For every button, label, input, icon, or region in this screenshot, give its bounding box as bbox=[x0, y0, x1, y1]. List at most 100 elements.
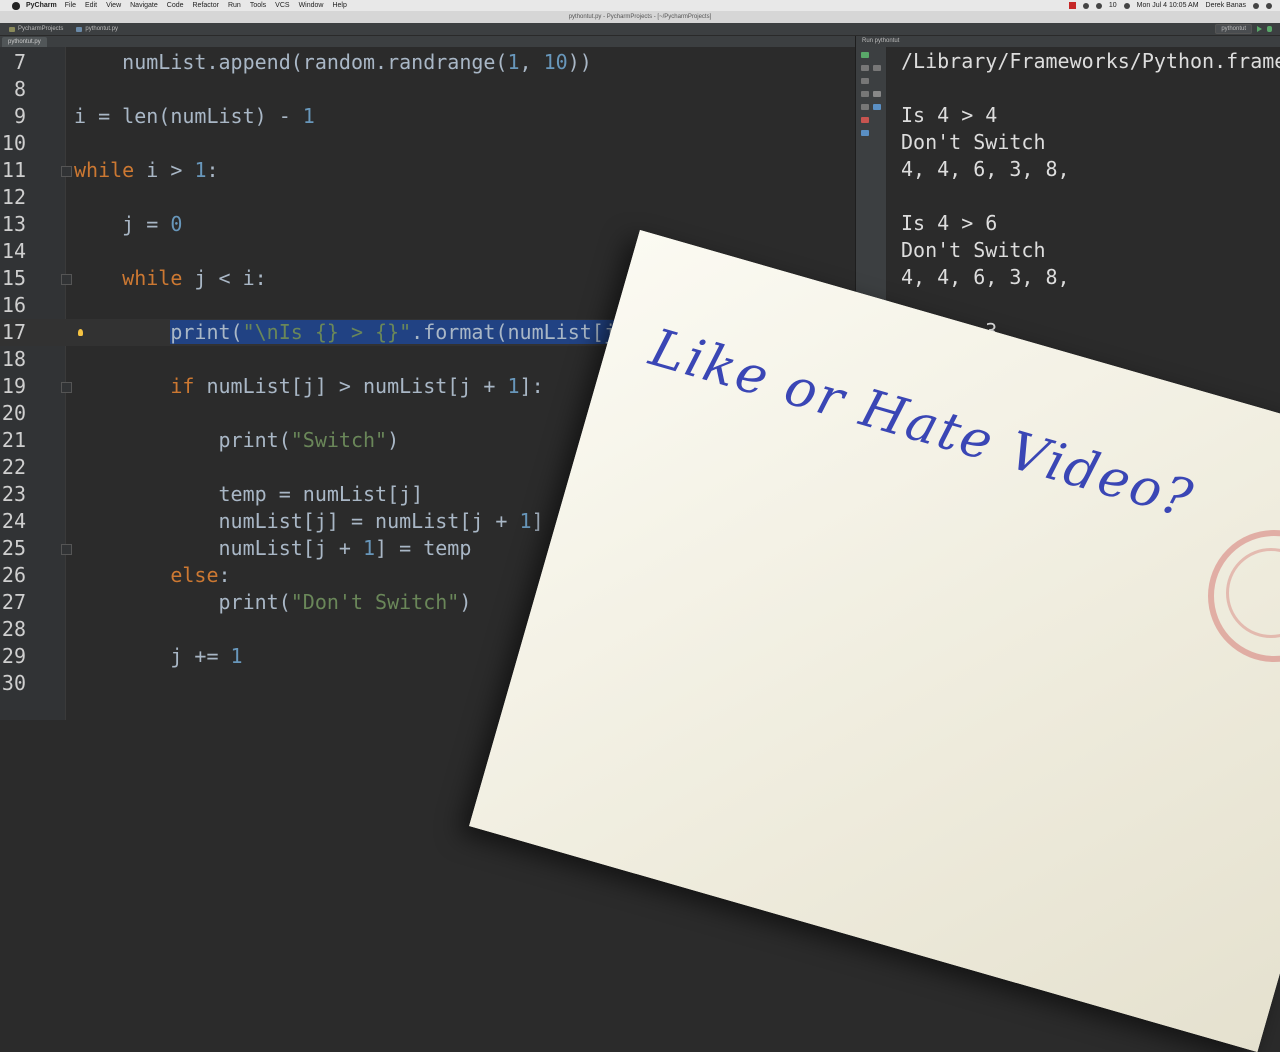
code-text[interactable]: j = 0 bbox=[74, 211, 182, 238]
rerun-icon[interactable] bbox=[861, 52, 869, 58]
code-text[interactable]: while i > 1: bbox=[74, 157, 219, 184]
menu-file[interactable]: File bbox=[65, 2, 76, 9]
code-text[interactable]: numList[j] = numList[j + 1] bbox=[74, 508, 543, 535]
code-text[interactable]: j += 1 bbox=[74, 643, 243, 670]
line-number: 7 bbox=[13, 50, 26, 74]
line-number: 19 bbox=[1, 374, 26, 398]
line-number: 20 bbox=[1, 401, 26, 425]
menu-help[interactable]: Help bbox=[332, 2, 346, 9]
code-token: : bbox=[218, 563, 231, 587]
fold-icon[interactable] bbox=[61, 544, 72, 555]
code-line: 12 bbox=[0, 184, 855, 211]
line-number: 28 bbox=[1, 617, 26, 641]
code-number: 10 bbox=[543, 50, 568, 74]
debug-icon[interactable] bbox=[1267, 26, 1272, 32]
run-config-select[interactable]: pythontut bbox=[1215, 24, 1252, 34]
folder-icon bbox=[9, 26, 15, 32]
editor-tabs: pythontut.py bbox=[0, 36, 855, 47]
menu-window[interactable]: Window bbox=[299, 2, 324, 9]
soft-wrap-icon[interactable] bbox=[873, 65, 881, 71]
code-token: numList.append(random.randrange( bbox=[74, 50, 508, 74]
code-text[interactable]: print("Switch") bbox=[74, 427, 399, 454]
code-number: 1 bbox=[519, 509, 532, 533]
line-number: 25 bbox=[1, 536, 26, 560]
apple-icon[interactable] bbox=[12, 1, 20, 10]
fold-icon[interactable] bbox=[61, 166, 72, 177]
line-number: 18 bbox=[1, 347, 26, 371]
code-line: 9 i = len(numList) - 1 bbox=[0, 103, 855, 130]
code-text[interactable]: else: bbox=[74, 562, 231, 589]
scroll-to-end-icon[interactable] bbox=[861, 91, 869, 97]
code-token: ) bbox=[387, 428, 400, 452]
run-icon[interactable] bbox=[1257, 26, 1262, 32]
fold-icon[interactable] bbox=[61, 382, 72, 393]
console-line: 4, 4, 6, 3, 8, bbox=[901, 157, 1070, 181]
clock[interactable]: Mon Jul 4 10:05 AM bbox=[1137, 2, 1199, 9]
code-number: 1 bbox=[507, 50, 520, 74]
help-icon[interactable] bbox=[861, 130, 869, 136]
code-text[interactable]: i = len(numList) - 1 bbox=[74, 103, 315, 130]
code-string: "Switch" bbox=[290, 428, 388, 452]
status-icon[interactable] bbox=[1082, 2, 1089, 9]
menubar-status-area: 10 Mon Jul 4 10:05 AM Derek Banas bbox=[1068, 0, 1272, 11]
battery-level[interactable]: 10 bbox=[1109, 2, 1117, 9]
menu-edit[interactable]: Edit bbox=[85, 2, 97, 9]
menu-run[interactable]: Run bbox=[228, 2, 241, 9]
fold-icon[interactable] bbox=[61, 274, 72, 285]
notification-center-icon[interactable] bbox=[1266, 2, 1272, 9]
menu-tools[interactable]: Tools bbox=[250, 2, 266, 9]
user-name[interactable]: Derek Banas bbox=[1206, 2, 1246, 9]
stop-icon[interactable] bbox=[861, 65, 869, 71]
menu-app-name[interactable]: PyCharm bbox=[26, 2, 57, 9]
line-number: 14 bbox=[1, 239, 26, 263]
code-token: numList[j + bbox=[74, 536, 363, 560]
wifi-icon[interactable] bbox=[1095, 2, 1102, 9]
code-text[interactable]: print("Don't Switch") bbox=[74, 589, 471, 616]
macos-menu-bar: PyCharm File Edit View Navigate Code Ref… bbox=[0, 0, 1280, 11]
code-number: 1 bbox=[230, 644, 243, 668]
pause-icon[interactable] bbox=[861, 78, 869, 84]
code-text[interactable]: print("\nIs {} > {}".format(numList[j] bbox=[74, 319, 628, 346]
code-line: 10 bbox=[0, 130, 855, 157]
code-string: "Don't Switch" bbox=[290, 590, 460, 614]
console-line: /Library/Frameworks/Python.frame bbox=[901, 49, 1280, 73]
code-token: , bbox=[519, 50, 544, 74]
pin-icon[interactable] bbox=[873, 104, 881, 110]
python-file-icon bbox=[76, 26, 83, 32]
spotlight-icon[interactable] bbox=[1253, 2, 1259, 9]
run-toolbar: pythontut bbox=[1215, 24, 1272, 34]
code-text[interactable]: numList[j + 1] = temp bbox=[74, 535, 471, 562]
line-number: 22 bbox=[1, 455, 26, 479]
line-number: 24 bbox=[1, 509, 26, 533]
menu-vcs[interactable]: VCS bbox=[275, 2, 289, 9]
code-token: i > bbox=[134, 158, 195, 182]
breadcrumb-project[interactable]: PycharmProjects bbox=[5, 26, 67, 32]
breadcrumb-project-label: PycharmProjects bbox=[18, 26, 64, 32]
breadcrumb-file[interactable]: pythontut.py bbox=[72, 26, 122, 32]
navigation-bar: PycharmProjects pythontut.py pythontut bbox=[0, 23, 1280, 36]
code-text[interactable]: if numList[j] > numList[j + 1]: bbox=[74, 373, 543, 400]
code-token: print( bbox=[74, 428, 291, 452]
settings-icon[interactable] bbox=[873, 91, 881, 97]
line-number: 30 bbox=[1, 671, 26, 695]
menu-navigate[interactable]: Navigate bbox=[130, 2, 158, 9]
tab-pythontut[interactable]: pythontut.py bbox=[2, 37, 47, 47]
console-line: Is 4 > 4 bbox=[901, 103, 998, 127]
code-text[interactable]: temp = numList[j] bbox=[74, 481, 423, 508]
code-token: numList[j] > numList[j + bbox=[194, 374, 508, 398]
code-text[interactable]: numList.append(random.randrange(1, 10)) bbox=[74, 49, 592, 76]
breadcrumb-file-label: pythontut.py bbox=[85, 26, 119, 32]
window-title: pythontut.py - PycharmProjects - [~/Pych… bbox=[568, 14, 712, 20]
print-icon[interactable] bbox=[861, 104, 869, 110]
code-text[interactable]: while j < i: bbox=[74, 265, 267, 292]
code-token: ] = temp bbox=[375, 536, 472, 560]
line-number: 15 bbox=[1, 266, 26, 290]
code-string: "\nIs {} > {}" bbox=[242, 320, 412, 344]
volume-icon[interactable] bbox=[1123, 2, 1130, 9]
menu-view[interactable]: View bbox=[106, 2, 121, 9]
menu-refactor[interactable]: Refactor bbox=[193, 2, 219, 9]
line-number: 21 bbox=[1, 428, 26, 452]
menu-code[interactable]: Code bbox=[167, 2, 184, 9]
recording-icon[interactable] bbox=[1068, 2, 1076, 9]
close-icon[interactable] bbox=[861, 117, 869, 123]
